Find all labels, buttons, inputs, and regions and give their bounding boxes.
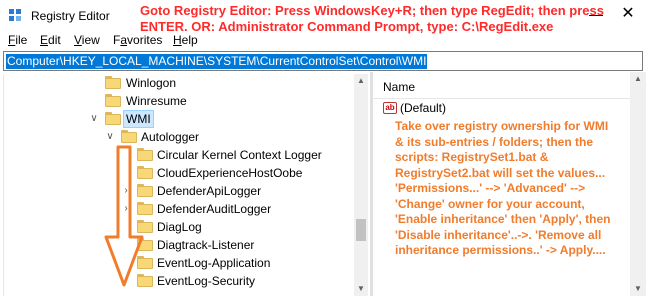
tree-item-defenderauditlogger[interactable]: › DefenderAuditLogger bbox=[4, 200, 359, 218]
scroll-up-icon[interactable]: ▲ bbox=[354, 74, 368, 88]
note-line: scripts: RegistrySet1.bat & bbox=[395, 150, 549, 164]
registry-editor-icon bbox=[9, 9, 21, 21]
tree-item-autologger[interactable]: ∨ Autologger bbox=[4, 128, 359, 146]
menu-edit[interactable]: Edit bbox=[40, 33, 61, 47]
note-line: Take over registry ownership for WMI bbox=[395, 119, 609, 133]
registry-tree[interactable]: Winlogon Winresume ∨ WMI ∨ Autologger Ci… bbox=[3, 74, 368, 296]
note-line: 'Enable inheritance' then 'Apply', then bbox=[395, 212, 611, 226]
scroll-down-icon[interactable]: ▼ bbox=[354, 282, 368, 296]
tree-item-label: Diagtrack-Listener bbox=[157, 238, 255, 252]
menu-file[interactable]: File bbox=[8, 33, 27, 47]
tree-item-label: DefenderAuditLogger bbox=[157, 202, 272, 216]
tree-item-cloudexperiencehostoobe[interactable]: CloudExperienceHostOobe bbox=[4, 164, 359, 182]
note-line: inheritance permissions..' -> Apply.... bbox=[395, 243, 606, 257]
tree-scrollbar[interactable]: ▲ ▼ bbox=[354, 74, 368, 296]
tree-item-label: Winresume bbox=[126, 94, 187, 108]
tree-item-wmi[interactable]: ∨ WMI bbox=[4, 110, 359, 128]
tree-item-label: EventLog-Security bbox=[157, 274, 256, 288]
tree-item-winlogon[interactable]: Winlogon bbox=[4, 74, 359, 92]
annotation-line: Goto Registry Editor: Press WindowsKey+R… bbox=[140, 3, 604, 18]
tree-item-label: CloudExperienceHostOobe bbox=[157, 166, 303, 180]
menu-favorites[interactable]: Favorites bbox=[113, 33, 162, 47]
tree-item-label: DefenderApiLogger bbox=[157, 184, 262, 198]
tree-item-label: EventLog-Application bbox=[157, 256, 271, 270]
tree-item-diagtrack-listener[interactable]: Diagtrack-Listener bbox=[4, 236, 359, 254]
folder-icon bbox=[105, 94, 121, 107]
value-name: (Default) bbox=[400, 101, 447, 115]
note-line: 'Change' owner for your account, bbox=[395, 196, 585, 211]
column-header-name[interactable]: Name bbox=[383, 80, 415, 94]
tree-item-label: Circular Kernel Context Logger bbox=[157, 148, 322, 162]
folder-icon bbox=[105, 76, 121, 89]
annotation-line: ENTER. OR: Administrator Command Prompt,… bbox=[140, 19, 554, 34]
tree-item-defenderapilogger[interactable]: › DefenderApiLogger bbox=[4, 182, 359, 200]
values-scrollbar[interactable]: ▲ ▼ bbox=[630, 72, 646, 296]
tree-item-winresume[interactable]: Winresume bbox=[4, 92, 359, 110]
note-line: 'Permissions...' --> 'Advanced' --> bbox=[395, 181, 586, 195]
tree-item-eventlog-application[interactable]: EventLog-Application bbox=[4, 254, 359, 272]
tree-item-label: WMI bbox=[123, 110, 154, 128]
address-bar[interactable]: Computer\HKEY_LOCAL_MACHINE\SYSTEM\Curre… bbox=[3, 51, 643, 71]
address-path[interactable]: Computer\HKEY_LOCAL_MACHINE\SYSTEM\Curre… bbox=[6, 54, 428, 69]
values-pane[interactable]: Name ab (Default) Take over registry own… bbox=[373, 72, 646, 296]
chevron-down-icon[interactable]: ∨ bbox=[105, 130, 115, 144]
folder-icon bbox=[105, 112, 121, 125]
note-line: RegistrySet2.bat will set the values... bbox=[395, 165, 606, 180]
ab-string-icon: ab bbox=[383, 102, 397, 114]
note-line: 'Disable inheritance'..->. 'Remove all bbox=[395, 227, 602, 242]
header-divider bbox=[373, 98, 631, 99]
menu-help[interactable]: Help bbox=[173, 33, 198, 47]
note-line: & its sub-entries / folders; then the bbox=[395, 134, 594, 149]
orange-instruction-note: Take over registry ownership for WMI & i… bbox=[395, 119, 635, 259]
scroll-up-icon[interactable]: ▲ bbox=[631, 72, 645, 86]
tree-item-label: Winlogon bbox=[126, 76, 177, 90]
tree-item-circular-kernel-context-logger[interactable]: Circular Kernel Context Logger bbox=[4, 146, 359, 164]
window-title: Registry Editor bbox=[31, 9, 110, 23]
tree-item-diaglog[interactable]: DiagLog bbox=[4, 218, 359, 236]
orange-down-arrow-icon bbox=[104, 145, 144, 287]
tree-item-label: Autologger bbox=[141, 130, 200, 144]
tree-item-eventlog-security[interactable]: EventLog-Security bbox=[4, 272, 359, 290]
red-instruction-annotation: Goto Registry Editor: Press WindowsKey+R… bbox=[140, 3, 604, 35]
scroll-thumb[interactable] bbox=[356, 219, 366, 241]
folder-icon bbox=[121, 130, 137, 143]
menu-view[interactable]: View bbox=[74, 33, 100, 47]
close-button[interactable]: ✕ bbox=[614, 0, 642, 28]
tree-item-label: DiagLog bbox=[157, 220, 202, 234]
scroll-down-icon[interactable]: ▼ bbox=[631, 282, 645, 296]
chevron-down-icon[interactable]: ∨ bbox=[89, 112, 99, 126]
